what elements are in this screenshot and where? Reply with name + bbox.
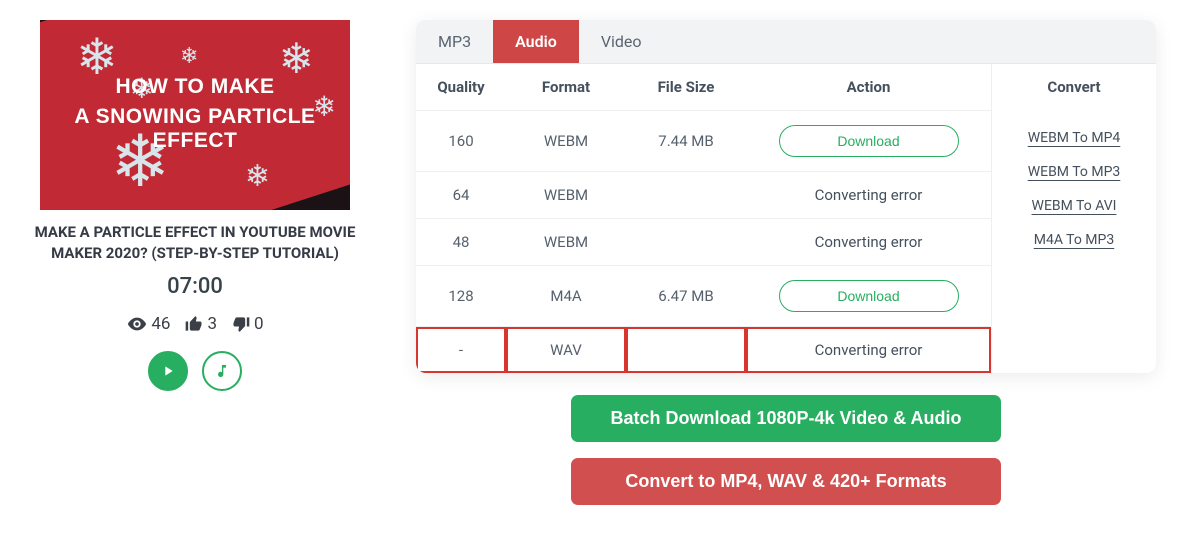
table-row: 64WEBM Converting error bbox=[416, 172, 991, 219]
play-button[interactable] bbox=[148, 351, 188, 391]
header-action: Action bbox=[746, 64, 991, 111]
convert-link[interactable]: WEBM To MP3 bbox=[998, 164, 1150, 180]
tab-audio[interactable]: Audio bbox=[493, 20, 579, 63]
cell-format: WEBM bbox=[506, 219, 626, 266]
table-row: 160WEBM7.44 MB Download bbox=[416, 111, 991, 172]
convert-link[interactable]: WEBM To MP4 bbox=[998, 130, 1150, 146]
cell-quality: 64 bbox=[416, 172, 506, 219]
video-duration: 07:00 bbox=[167, 274, 223, 299]
cell-size: 6.47 MB bbox=[626, 266, 746, 327]
table-row: -WAV Converting error bbox=[416, 327, 991, 374]
thumbnail-text-line2: A SNOWING PARTICLE EFFECT bbox=[40, 105, 350, 153]
header-size: File Size bbox=[626, 64, 746, 111]
thumbs-down-icon bbox=[231, 314, 251, 334]
cell-action: Converting error bbox=[746, 172, 991, 219]
cell-format: WEBM bbox=[506, 111, 626, 172]
cell-quality: 160 bbox=[416, 111, 506, 172]
thumbnail-text-line1: HOW TO MAKE bbox=[40, 75, 350, 99]
table-row: 128M4A6.47 MB Download bbox=[416, 266, 991, 327]
cell-size: 7.44 MB bbox=[626, 111, 746, 172]
video-thumbnail: ❄ ❄ ❄ ❄ ❄ ❄ ❄ HOW TO MAKE A SNOWING PART… bbox=[40, 20, 350, 210]
format-card: MP3 Audio Video Quality Format File Size… bbox=[416, 20, 1156, 373]
convert-link[interactable]: M4A To MP3 bbox=[998, 232, 1150, 248]
cell-size bbox=[626, 219, 746, 266]
cell-size bbox=[626, 172, 746, 219]
cell-action: Converting error bbox=[746, 327, 991, 374]
download-button[interactable]: Download bbox=[779, 280, 959, 312]
cell-action: Download bbox=[746, 266, 991, 327]
likes-count: 3 bbox=[207, 314, 217, 334]
views-count: 46 bbox=[151, 314, 170, 334]
cell-format: WEBM bbox=[506, 172, 626, 219]
cell-format: WAV bbox=[506, 327, 626, 374]
tab-mp3[interactable]: MP3 bbox=[416, 20, 493, 63]
cell-quality: 48 bbox=[416, 219, 506, 266]
cell-action: Converting error bbox=[746, 219, 991, 266]
download-button[interactable]: Download bbox=[779, 125, 959, 157]
cell-quality: 128 bbox=[416, 266, 506, 327]
header-convert: Convert bbox=[998, 78, 1150, 112]
cell-action: Download bbox=[746, 111, 991, 172]
cell-quality: - bbox=[416, 327, 506, 374]
music-button[interactable] bbox=[202, 351, 242, 391]
dislikes-count: 0 bbox=[254, 314, 264, 334]
video-stats: 46 3 0 bbox=[126, 313, 263, 335]
eye-icon bbox=[126, 313, 148, 335]
formats-table: Quality Format File Size Action 160WEBM7… bbox=[416, 64, 991, 373]
cell-size bbox=[626, 327, 746, 374]
thumbs-up-icon bbox=[184, 314, 204, 334]
convert-formats-button[interactable]: Convert to MP4, WAV & 420+ Formats bbox=[571, 458, 1001, 505]
batch-download-button[interactable]: Batch Download 1080P-4k Video & Audio bbox=[571, 395, 1001, 442]
convert-link[interactable]: WEBM To AVI bbox=[998, 198, 1150, 214]
video-title: MAKE A PARTICLE EFFECT IN YOUTUBE MOVIE … bbox=[10, 222, 380, 264]
header-format: Format bbox=[506, 64, 626, 111]
tab-video[interactable]: Video bbox=[579, 20, 664, 63]
table-row: 48WEBM Converting error bbox=[416, 219, 991, 266]
cell-format: M4A bbox=[506, 266, 626, 327]
header-quality: Quality bbox=[416, 64, 506, 111]
